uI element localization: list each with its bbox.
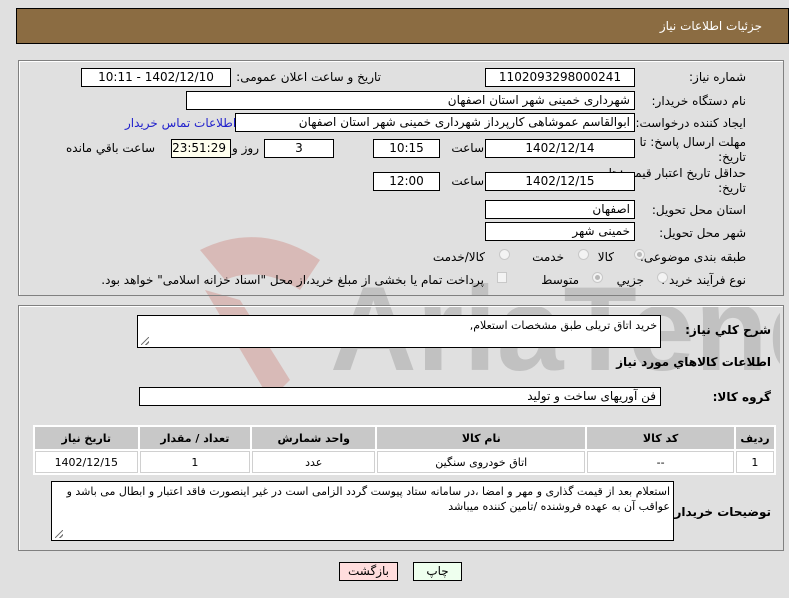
category-radio-service[interactable] — [578, 249, 589, 260]
table-row: 1 -- اتاق خودروی سنگین عدد 1 1402/12/15 — [35, 451, 774, 473]
process-label: نوع فرآیند خرید : — [661, 273, 746, 287]
category-option-goods: کالا — [597, 250, 614, 264]
deadline-date-field: 1402/12/14 — [485, 139, 635, 158]
resize-handle-icon[interactable] — [141, 337, 149, 345]
category-radio-goods[interactable] — [634, 249, 645, 260]
back-button[interactable]: بازگشت — [339, 562, 398, 581]
city-field: خمینی شهر — [485, 222, 635, 241]
buyer-notes-text: استعلام بعد از قیمت گذاری و مهر و امضا ،… — [66, 485, 670, 513]
need-number-label: شماره نیاز: — [689, 70, 746, 84]
description-label: شرح کلي نیاز: — [685, 323, 771, 337]
goods-group-label: گروه کالا: — [712, 390, 771, 404]
page-title: جزئیات اطلاعات نیاز — [659, 19, 762, 33]
category-label: طبقه بندی موضوعی: — [639, 250, 746, 264]
category-option-service: خدمت — [532, 250, 564, 264]
city-label: شهر محل تحویل: — [659, 226, 746, 240]
days-field: 3 — [264, 139, 334, 158]
goods-table-header: ردیف کد کالا نام کالا واحد شمارش تعداد /… — [35, 427, 774, 449]
print-button[interactable]: چاپ — [413, 562, 462, 581]
goods-section-title: اطلاعات کالاهاي مورد نیاز — [616, 355, 771, 369]
deadline-time-label: ساعت — [451, 141, 484, 155]
buyer-org-field: شهرداری خمینی شهر استان اصفهان — [186, 91, 635, 110]
col-goods-name: نام کالا — [377, 427, 586, 449]
col-row-number: ردیف — [735, 427, 774, 449]
announce-label: تاریخ و ساعت اعلان عمومی: — [236, 70, 381, 84]
days-label: روز و — [232, 141, 259, 155]
deadline-label-2: تاریخ: — [718, 150, 746, 164]
cell-goods-name: اتاق خودروی سنگین — [377, 451, 586, 473]
creator-label: ایجاد کننده درخواست: — [635, 116, 746, 130]
announce-field: 1402/12/10 - 10:11 — [81, 68, 231, 87]
category-option-goods-service: کالا/خدمت — [432, 250, 485, 264]
goods-group-field: فن آوریهای ساخت و تولید — [139, 387, 661, 406]
contact-buyer-link[interactable]: اطلاعات تماس خریدار — [125, 116, 236, 130]
cell-row-number: 1 — [735, 451, 774, 473]
province-label: استان محل تحویل: — [651, 203, 746, 217]
process-option-minor: جزیي — [616, 273, 644, 287]
need-number-field: 1102093298000241 — [485, 68, 635, 87]
treasury-checkbox[interactable] — [497, 272, 507, 283]
creator-field: ابوالقاسم عموشاهی کارپرداز شهرداری خمینی… — [235, 113, 635, 132]
process-option-medium: متوسط — [541, 273, 579, 287]
category-radio-goods-service[interactable] — [499, 249, 510, 260]
description-field[interactable]: خرید اتاق تریلی طبق مشخصات استعلام, — [137, 315, 661, 348]
description-text: خرید اتاق تریلی طبق مشخصات استعلام, — [469, 319, 657, 332]
cell-unit: عدد — [252, 451, 376, 473]
col-unit: واحد شمارش — [252, 427, 376, 449]
goods-table: ردیف کد کالا نام کالا واحد شمارش تعداد /… — [33, 425, 776, 475]
remaining-label: ساعت باقي مانده — [66, 141, 156, 155]
treasury-note: پرداخت تمام یا بخشی از مبلغ خرید،از محل … — [101, 273, 484, 287]
remaining-time-field: 23:51:29 — [171, 139, 231, 158]
page-header: جزئیات اطلاعات نیاز — [16, 8, 789, 44]
buyer-org-label: نام دستگاه خریدار: — [651, 94, 747, 108]
col-goods-code: کد کالا — [587, 427, 734, 449]
cell-goods-code: -- — [587, 451, 734, 473]
province-field: اصفهان — [485, 200, 635, 219]
process-radio-medium[interactable] — [592, 272, 603, 283]
buyer-notes-label: توضیحات خریدار: — [669, 505, 771, 519]
cell-quantity: 1 — [139, 451, 251, 473]
col-quantity: تعداد / مقدار — [139, 427, 251, 449]
validity-time-field: 12:00 — [373, 172, 440, 191]
deadline-time-field: 10:15 — [373, 139, 440, 158]
validity-label-2: تاریخ: — [718, 181, 746, 195]
validity-time-label: ساعت — [451, 174, 484, 188]
resize-handle-icon[interactable] — [55, 530, 63, 538]
col-need-date: تاریخ نیاز — [35, 427, 138, 449]
cell-need-date: 1402/12/15 — [35, 451, 138, 473]
process-radio-minor[interactable] — [657, 272, 668, 283]
deadline-label-1: مهلت ارسال پاسخ: تا — [639, 135, 746, 149]
validity-date-field: 1402/12/15 — [485, 172, 635, 191]
buyer-notes-field[interactable]: استعلام بعد از قیمت گذاری و مهر و امضا ،… — [51, 481, 674, 541]
